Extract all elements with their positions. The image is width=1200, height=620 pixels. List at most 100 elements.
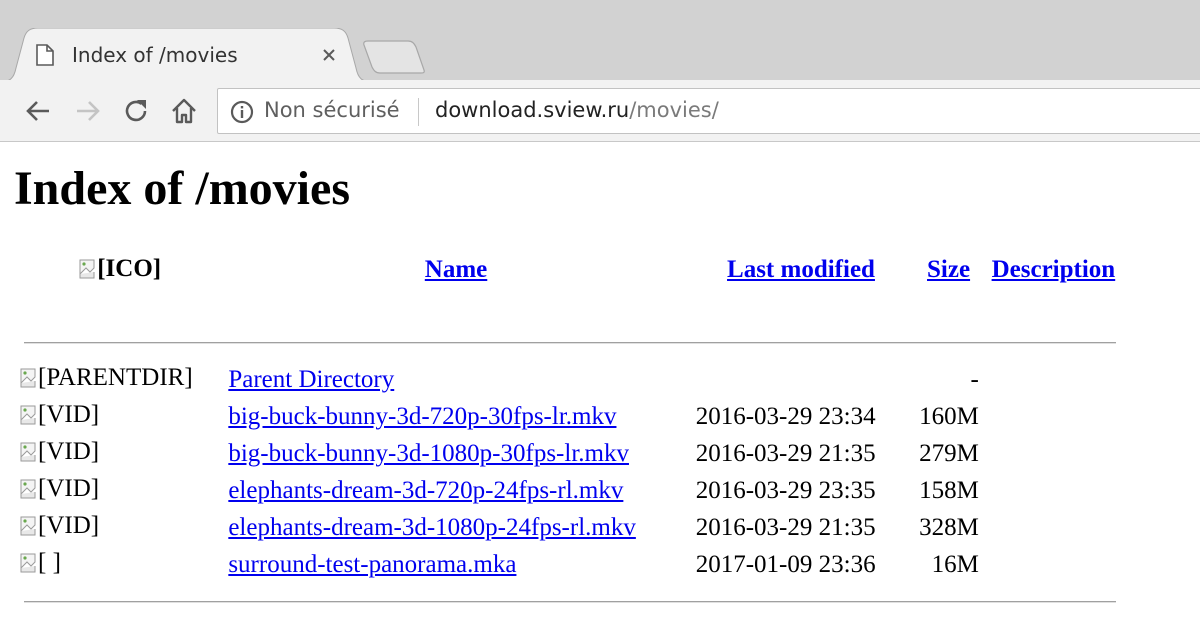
horizontal-rule [24,600,1116,603]
file-link[interactable]: elephants-dream-3d-1080p-24fps-rl.mkv [228,514,636,541]
broken-image-icon [20,479,36,499]
forward-button[interactable] [71,94,105,128]
info-icon[interactable] [230,100,254,124]
icon-alt-text: [VID] [38,512,100,539]
row-description [987,361,1120,398]
size-column-header[interactable]: Size [914,253,983,287]
icon-alt-text: [PARENTDIR] [38,364,193,391]
new-tab-button[interactable] [360,40,426,74]
sort-by-size-link[interactable]: Size [927,256,970,283]
broken-image-icon [20,405,36,425]
row-name[interactable]: surround-test-panorama.mka [224,546,687,583]
row-description [987,509,1120,546]
row-description [987,435,1120,472]
file-image: [ ] [20,549,61,577]
table-row: [VID] elephants-dream-3d-720p-24fps-rl.m… [20,472,1120,509]
row-modified: 2016-03-29 21:35 [695,439,876,467]
tab-title: Index of /movies [72,43,238,67]
forward-arrow-icon [77,101,100,121]
row-description [987,472,1120,509]
divider-row-bottom [20,583,1120,620]
table-row: [ ] surround-test-panorama.mka 2017-01-0… [20,546,1120,583]
row-size: 158M [919,476,979,504]
vid-image: [VID] [20,512,99,540]
table-row: [VID] big-buck-bunny-3d-720p-30fps-lr.mk… [20,398,1120,435]
table-row: [PARENTDIR] Parent Directory - [20,361,1120,398]
row-icon: [VID] [20,472,220,509]
sort-by-description-link[interactable]: Description [992,256,1116,283]
file-link[interactable]: surround-test-panorama.mka [228,551,516,578]
broken-image-icon [20,516,36,536]
icon-alt-text: [VID] [38,438,100,465]
back-arrow-icon [26,101,49,121]
row-size: 160M [919,402,979,430]
icon-alt-text: [VID] [38,475,100,502]
row-name[interactable]: big-buck-bunny-3d-720p-30fps-lr.mkv [224,398,687,435]
row-description [987,546,1120,583]
address-divider [418,98,419,126]
row-description [987,398,1120,435]
broken-image-icon [20,442,36,462]
row-icon: [VID] [20,398,220,435]
reload-icon [125,100,147,122]
table-row: [VID] big-buck-bunny-3d-1080p-30fps-lr.m… [20,435,1120,472]
row-modified: 2016-03-29 23:35 [695,476,876,504]
description-column-header[interactable]: Description [987,253,1120,287]
page-content: Index of /movies [ICO] Name Last modifie… [0,143,1200,620]
icon-alt-text: [ ] [38,549,61,576]
divider-row-top [20,324,1120,361]
broken-image-icon [79,259,95,278]
page-icon [36,44,54,66]
file-link[interactable]: Parent Directory [228,366,394,393]
row-name[interactable]: elephants-dream-3d-720p-24fps-rl.mkv [224,472,687,509]
icon-alt-text: [VID] [38,401,100,428]
row-size: 16M [931,550,979,578]
back-button[interactable] [21,94,55,128]
address-bar[interactable]: Non sécurisé download.sview.ru/movies/ [217,88,1200,134]
row-icon: [ ] [20,546,220,583]
modified-column-header[interactable]: Last modified [692,253,911,287]
horizontal-rule [24,341,1116,344]
row-modified: 2016-03-29 23:34 [695,402,876,430]
home-icon [172,98,196,124]
vid-image: [VID] [20,401,99,429]
parentdir-image: [PARENTDIR] [20,364,193,392]
row-name[interactable]: Parent Directory [224,361,687,398]
url-path: /movies/ [629,98,719,122]
home-button[interactable] [167,94,201,128]
vid-image: [VID] [20,475,99,503]
row-modified [692,361,911,398]
tab-close-icon[interactable] [318,44,340,66]
row-modified: 2016-03-29 21:35 [695,513,876,541]
tab-content: Index of /movies [36,40,238,70]
url-text[interactable]: download.sview.ru/movies/ [435,98,719,122]
broken-image-icon [20,368,36,388]
row-size: 279M [919,439,979,467]
file-link[interactable]: big-buck-bunny-3d-720p-30fps-lr.mkv [228,403,616,430]
row-icon: [PARENTDIR] [20,361,220,398]
reload-button[interactable] [119,94,153,128]
spacer-row [20,287,1120,324]
directory-listing: [ICO] Name Last modified Size Descriptio… [16,253,1124,620]
icon-column-header: [ICO] [20,253,220,287]
row-name[interactable]: elephants-dream-3d-1080p-24fps-rl.mkv [224,509,687,546]
url-host: download.sview.ru [435,98,630,122]
name-column-header[interactable]: Name [224,253,687,287]
row-icon: [VID] [20,435,220,472]
vid-image: [VID] [20,438,99,466]
row-size: - [970,365,979,393]
sort-by-modified-link[interactable]: Last modified [727,256,875,283]
row-name[interactable]: big-buck-bunny-3d-1080p-30fps-lr.mkv [224,435,687,472]
row-modified: 2017-01-09 23:36 [695,550,876,578]
ico-header-image: [ICO] [79,255,161,283]
header-row: [ICO] Name Last modified Size Descriptio… [20,253,1120,287]
sort-by-name-link[interactable]: Name [425,256,487,283]
file-link[interactable]: big-buck-bunny-3d-1080p-30fps-lr.mkv [228,440,629,467]
broken-image-icon [20,553,36,573]
file-link[interactable]: elephants-dream-3d-720p-24fps-rl.mkv [228,477,623,504]
ico-header-label: [ICO] [97,254,162,282]
row-icon: [VID] [20,509,220,546]
row-size: 328M [919,513,979,541]
security-status[interactable]: Non sécurisé [264,98,400,122]
table-row: [VID] elephants-dream-3d-1080p-24fps-rl.… [20,509,1120,546]
